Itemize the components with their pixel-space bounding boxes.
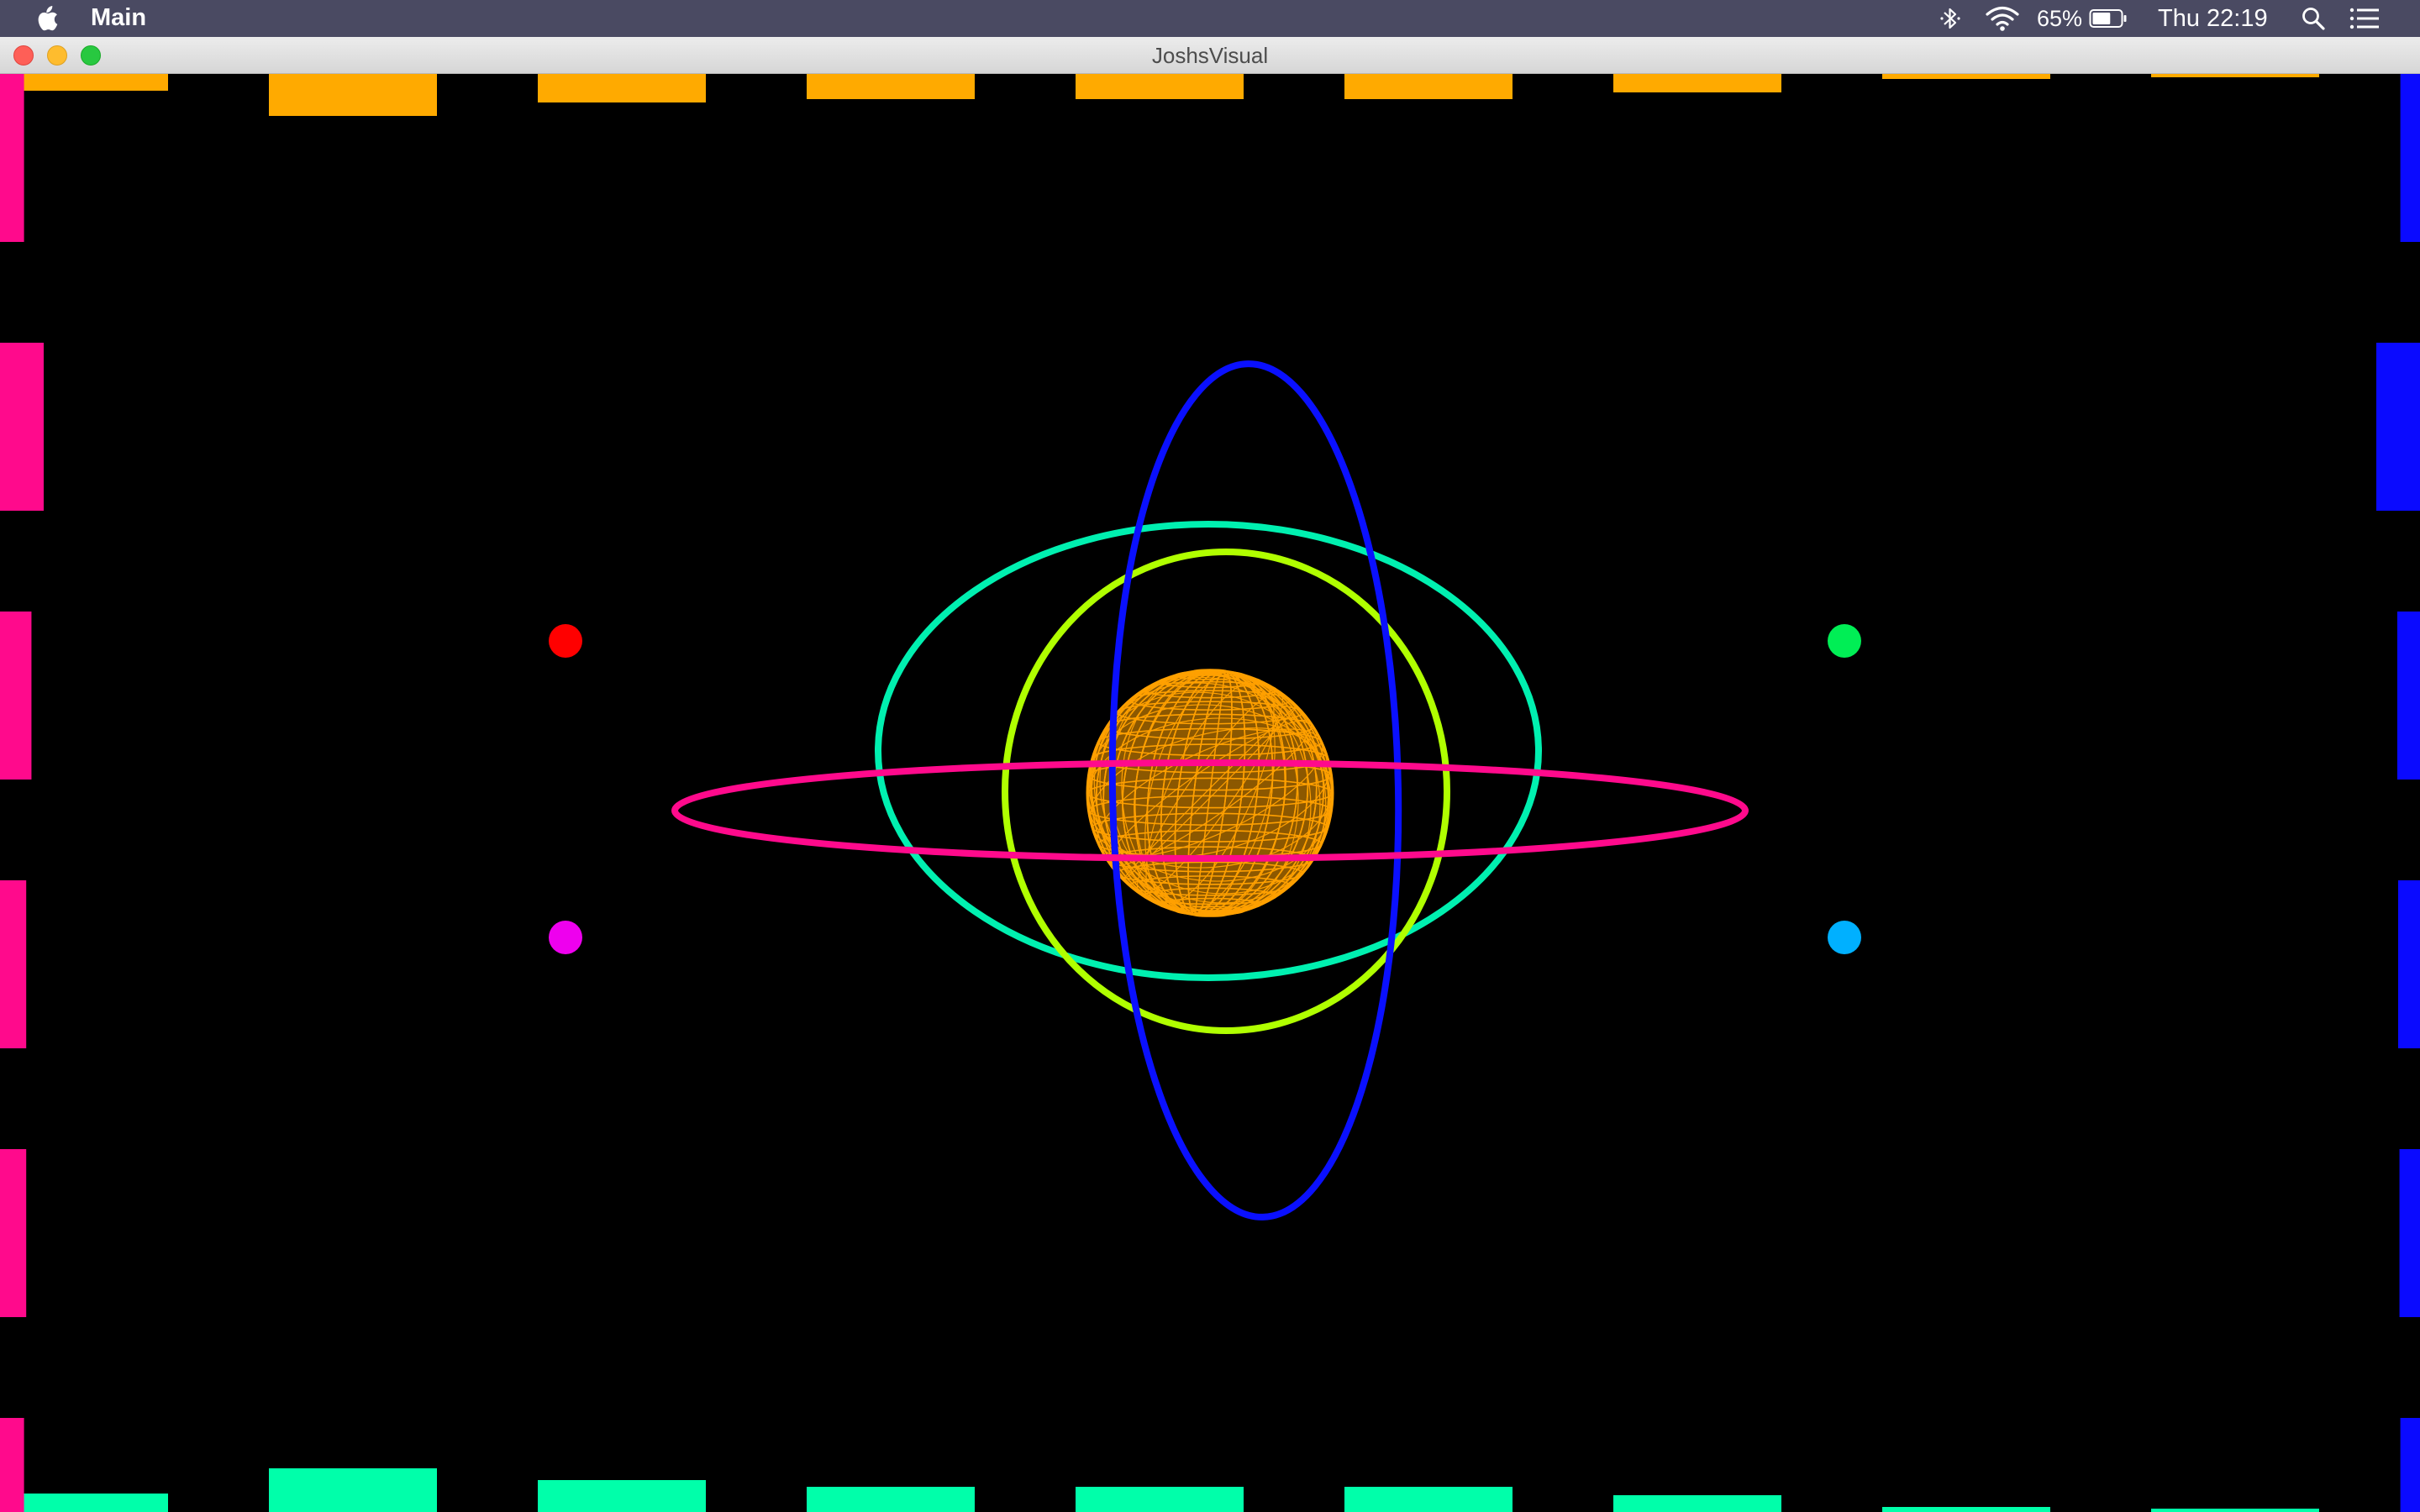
window-title-bar[interactable]: JoshsVisual [0,37,2420,74]
bottom-bar [538,1480,706,1512]
top-bar [1344,74,1512,99]
right-bar [2396,612,2420,780]
bottom-bar [807,1487,975,1512]
right-bar [2376,343,2420,511]
right-bar [2400,74,2420,242]
apple-icon[interactable] [34,5,59,32]
top-bar [0,74,168,91]
bottom-bar [2151,1509,2319,1512]
wifi-icon[interactable] [1985,0,2020,37]
cyan-corner-dot [1828,921,1861,954]
left-bar [0,612,32,780]
wireframe-sphere [1086,669,1334,917]
bottom-bar [269,1468,437,1512]
battery-percent: 65% [2037,5,2083,31]
spotlight-search-icon[interactable] [2301,0,2326,37]
bottom-bar [1344,1487,1512,1512]
top-bar [1613,74,1781,92]
left-bar [0,880,27,1048]
bottom-bar [1613,1495,1781,1512]
green-corner-dot [1828,624,1861,658]
right-bar [2398,880,2420,1048]
right-bar [2399,1149,2420,1317]
red-corner-dot [549,624,582,658]
top-spectrum-bars [0,74,2319,116]
left-bar [0,74,24,242]
top-bar [1882,74,2050,79]
top-bar [269,74,437,116]
right-spectrum-bars [2376,74,2420,1512]
bottom-bar [1076,1487,1244,1512]
visualizer-canvas[interactable] [0,74,2420,1512]
left-bar [0,1149,27,1317]
app-menu-name[interactable]: Main [91,4,146,32]
top-bar [538,74,706,102]
bottom-bar [1882,1507,2050,1512]
window-title: JoshsVisual [1151,43,1269,68]
top-bar [1076,74,1244,99]
bottom-bar [0,1494,168,1512]
top-bar [2151,74,2319,77]
left-spectrum-bars [0,74,44,1512]
magenta-corner-dot [549,921,582,954]
notification-center-icon[interactable] [2349,0,2380,37]
right-bar [2400,1418,2420,1512]
menubar-clock[interactable]: Thu 22:19 [2158,0,2268,37]
battery-icon[interactable] [2089,0,2128,37]
menu-bar: Main 65% Thu 22:19 [0,0,2420,37]
visualizer-svg [0,74,2420,1512]
bluetooth-icon[interactable] [1939,0,1961,37]
left-bar [0,343,44,511]
top-bar [807,74,975,99]
bottom-spectrum-bars [0,1468,2319,1512]
left-bar [0,1418,24,1512]
